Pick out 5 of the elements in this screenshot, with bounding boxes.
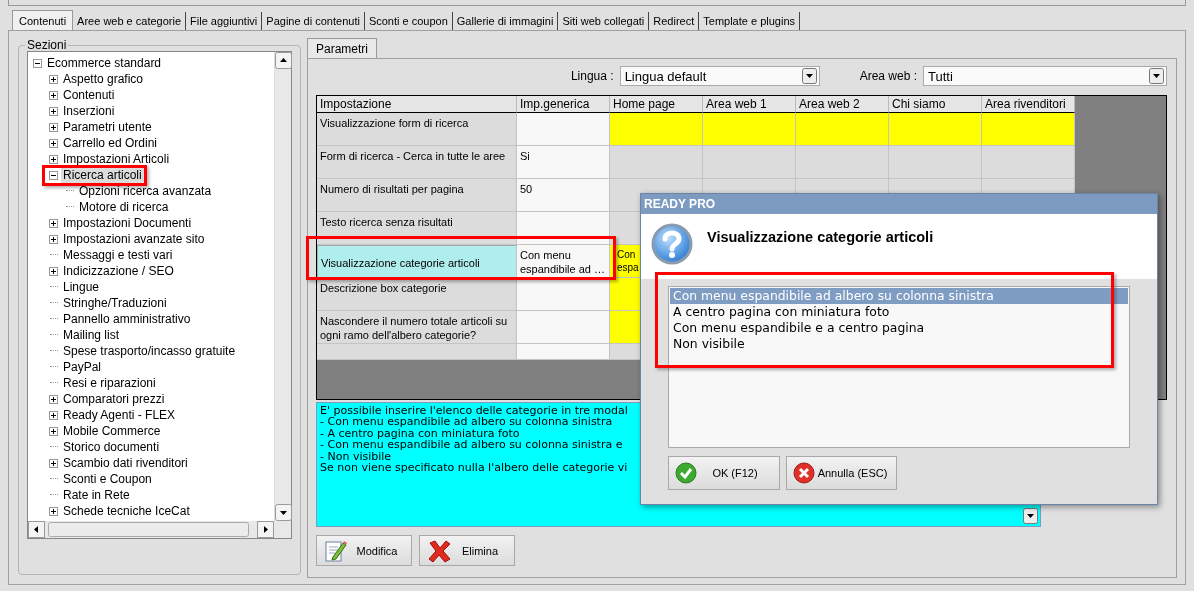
field-label: Lingua :: [570, 69, 614, 83]
dialog-title: READY PRO: [641, 194, 1157, 214]
dialog-heading: Visualizzazione categorie articoli: [707, 229, 934, 245]
group-title: Sezioni: [26, 38, 68, 52]
field-label: Area web :: [859, 69, 917, 83]
